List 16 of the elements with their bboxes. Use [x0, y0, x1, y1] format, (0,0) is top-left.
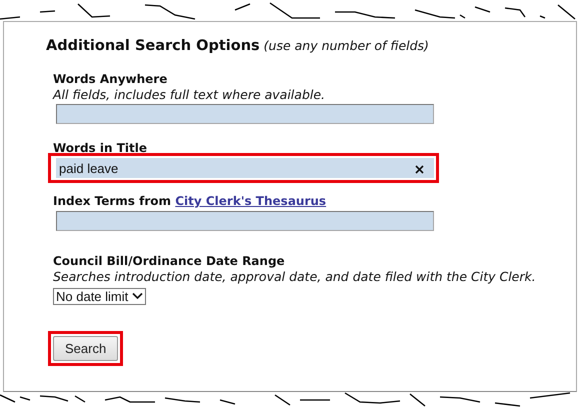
field-hint: All fields, includes full text where available. [53, 86, 326, 102]
field-label: Index Terms from [53, 194, 172, 208]
text-field[interactable]: paid leave [56, 158, 434, 178]
search-button[interactable]: Search [53, 336, 118, 362]
thesaurus-link[interactable]: City Clerk's Thesaurus [175, 194, 326, 208]
field-label: Words in Title [53, 140, 148, 156]
clear-icon[interactable] [415, 165, 424, 174]
field-label: Words Anywhere [53, 70, 168, 87]
caret-icon [132, 292, 144, 300]
text-field[interactable] [56, 211, 434, 232]
date-dropdown[interactable]: No date limit [53, 288, 146, 305]
heading-note: (use any number of fields) [264, 37, 429, 55]
field-label: Council Bill/Ordinance Date Range [53, 252, 286, 269]
form-heading: Additional Search Options [46, 37, 260, 56]
field-hint: Searches introduction date, approval date, and date filed with the City Clerk. [53, 268, 537, 284]
text-field[interactable] [56, 104, 434, 124]
